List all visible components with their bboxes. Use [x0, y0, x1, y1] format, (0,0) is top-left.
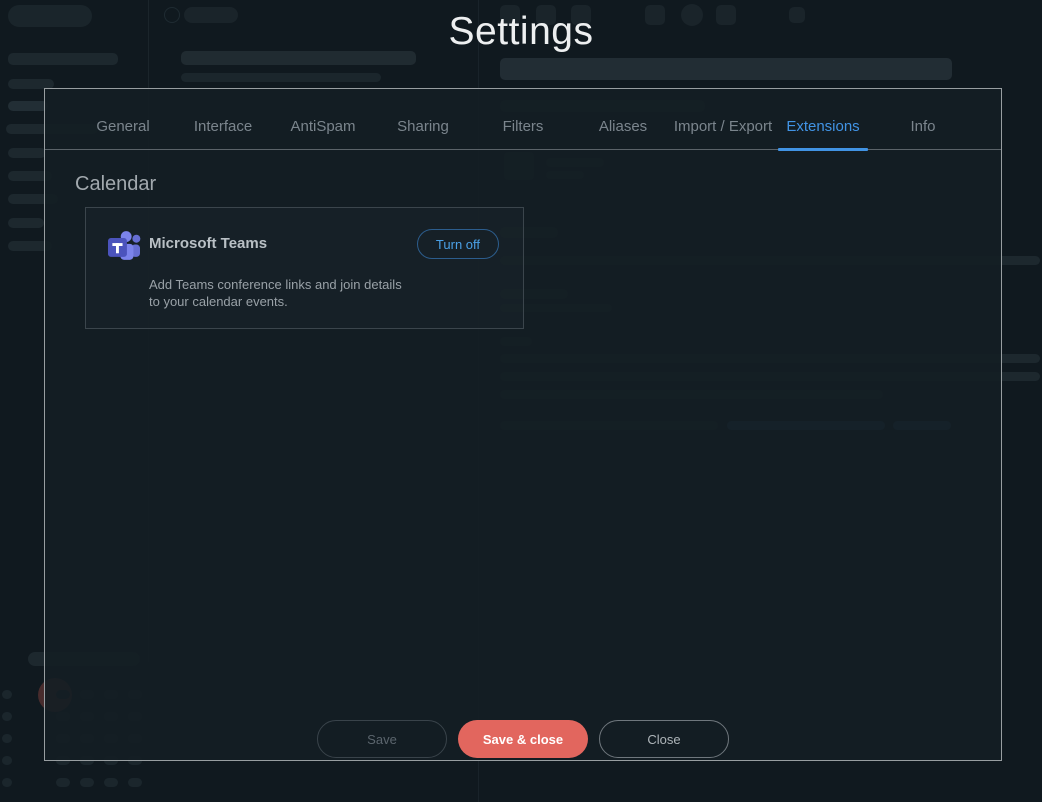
tab-filters[interactable]: Filters [473, 111, 573, 149]
extension-title: Microsoft Teams [149, 235, 267, 252]
dimmed-sidebar-item [8, 101, 48, 111]
tab-aliases[interactable]: Aliases [573, 111, 673, 149]
extension-description: Add Teams conference links and join deta… [149, 276, 411, 310]
dimmed-calendar-cell [104, 778, 118, 787]
save-button[interactable]: Save [317, 720, 447, 758]
tab-general[interactable]: General [73, 111, 173, 149]
tab-extensions[interactable]: Extensions [773, 111, 873, 149]
dimmed-sidebar-item [8, 53, 118, 65]
dimmed-sidebar-item [8, 148, 46, 158]
save-and-close-button[interactable]: Save & close [458, 720, 588, 758]
dimmed-calendar-cell [2, 734, 12, 743]
dimmed-calendar-cell [2, 712, 12, 721]
tab-antispam[interactable]: AntiSpam [273, 111, 373, 149]
tab-interface[interactable]: Interface [173, 111, 273, 149]
dimmed-calendar-cell [2, 690, 12, 699]
extension-card-microsoft-teams: Microsoft Teams Turn off Add Teams confe… [85, 207, 524, 329]
section-title-calendar: Calendar [75, 173, 156, 196]
dimmed-calendar-cell [2, 756, 12, 765]
settings-tab-bar: General Interface AntiSpam Sharing Filte… [45, 111, 1001, 150]
dimmed-sidebar-item [8, 218, 44, 228]
dimmed-calendar-cell [2, 778, 12, 787]
settings-modal: General Interface AntiSpam Sharing Filte… [44, 88, 1002, 761]
dimmed-message-heading [500, 58, 952, 80]
dimmed-calendar-cell [128, 778, 142, 787]
microsoft-teams-icon [106, 230, 142, 262]
app-window: Settings General Interface AntiSpam Shar… [0, 0, 1042, 802]
tab-sharing[interactable]: Sharing [373, 111, 473, 149]
tab-import-export[interactable]: Import / Export [673, 111, 773, 149]
dimmed-calendar-cell [56, 778, 70, 787]
settings-dialog-title: Settings [0, 10, 1042, 54]
turn-off-button[interactable]: Turn off [417, 229, 499, 259]
dimmed-calendar-cell [80, 778, 94, 787]
tab-info[interactable]: Info [873, 111, 973, 149]
modal-footer: Save Save & close Close [45, 720, 1001, 758]
dimmed-list-subtitle [181, 73, 381, 82]
close-button[interactable]: Close [599, 720, 729, 758]
